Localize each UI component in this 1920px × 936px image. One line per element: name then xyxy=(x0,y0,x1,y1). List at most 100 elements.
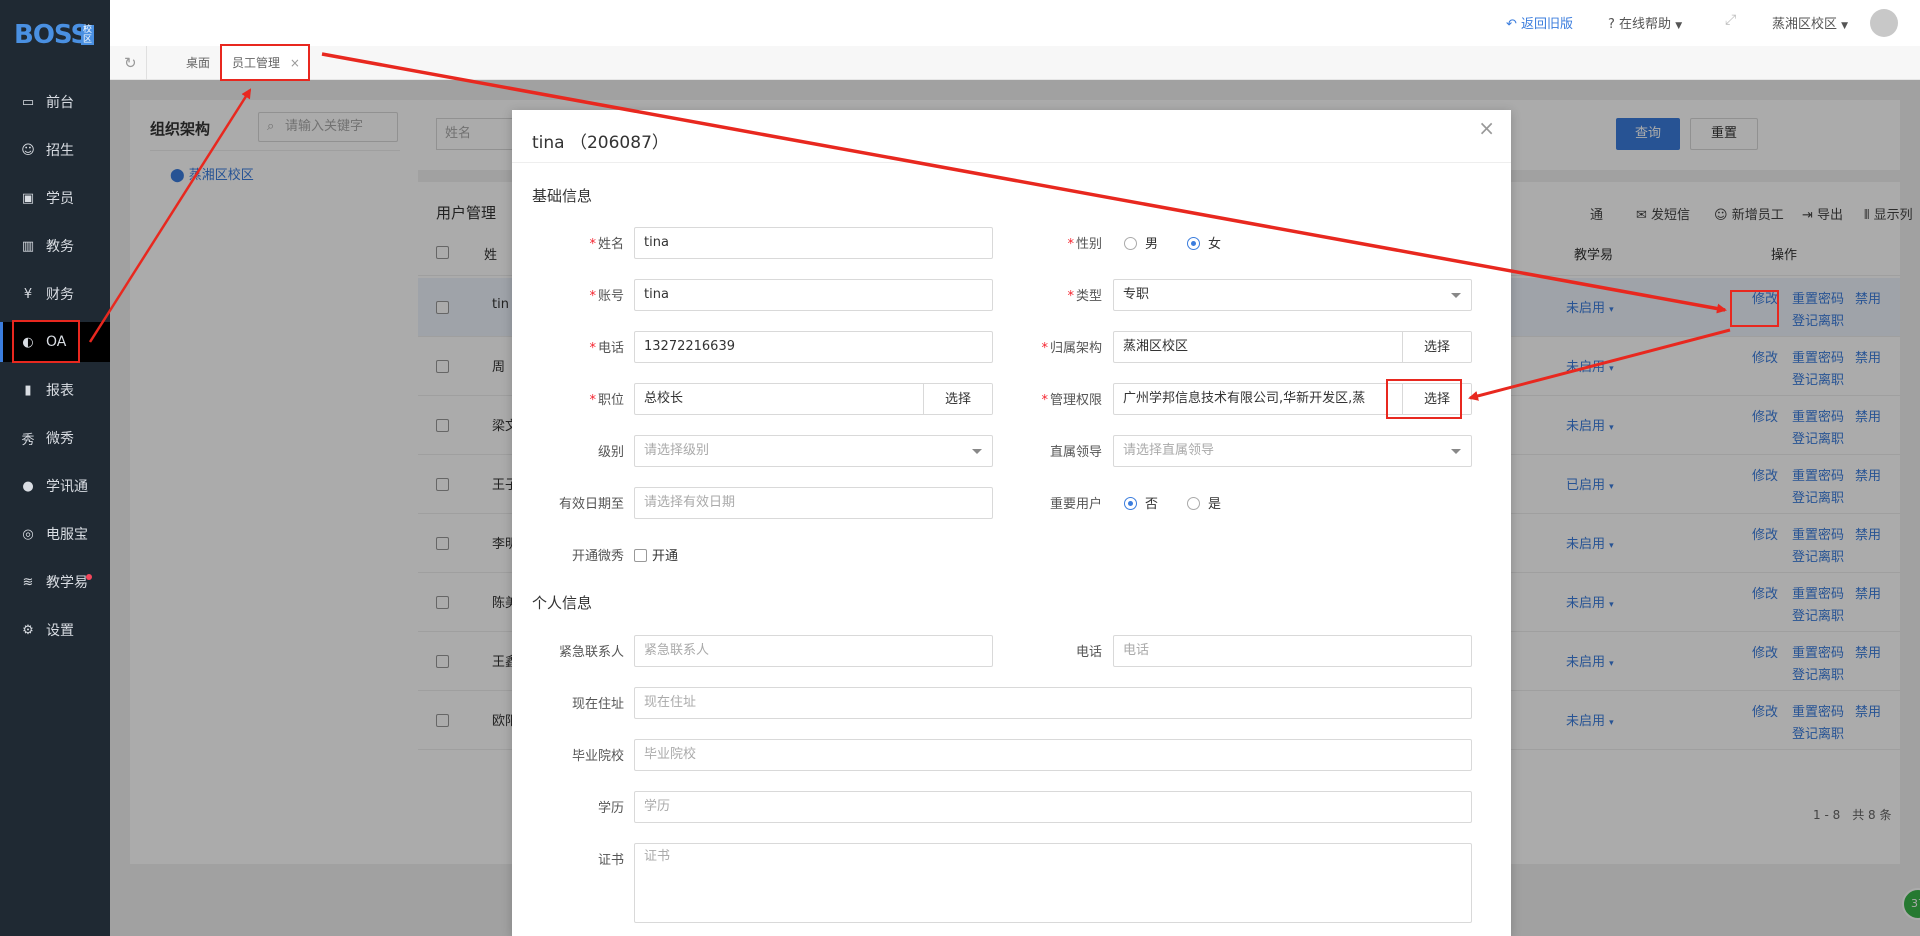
name-label: 姓名 xyxy=(597,237,624,252)
education-field[interactable]: 学历 xyxy=(634,791,1472,823)
user-add-icon: ☺ xyxy=(21,142,35,158)
sidebar-item-weixiu[interactable]: 秀微秀 xyxy=(0,418,110,458)
desk-icon: ▭ xyxy=(21,94,35,110)
important-no-radio[interactable] xyxy=(1124,497,1137,510)
section-personal-title: 个人信息 xyxy=(532,594,593,612)
leader-label: 直属领导 xyxy=(1049,445,1102,460)
section-basic-title: 基础信息 xyxy=(532,187,593,205)
annotation-box-permission xyxy=(1386,379,1462,419)
fullscreen-icon[interactable]: ⤢ xyxy=(1725,12,1736,28)
boss-logo: BOSS 校区 xyxy=(14,20,96,50)
sidebar-item-students[interactable]: ▣ 学员 xyxy=(0,178,110,218)
type-label: 类型 xyxy=(1075,289,1102,304)
address-label: 现在住址 xyxy=(571,697,624,712)
sidebar-item-settings[interactable]: ⚙ 设置 xyxy=(0,610,110,650)
gender-male-radio[interactable] xyxy=(1124,237,1137,250)
weixiu-option-label: 开通 xyxy=(652,549,679,564)
chevron-down-icon xyxy=(1451,293,1461,298)
topbar: ↶ 返回旧版 ? 在线帮助 ▼ ⤢ 蒸湘区校区 ▼ xyxy=(110,0,1920,46)
sidebar-item-label: 报表 xyxy=(46,383,74,399)
sidebar-item-label: 电服宝 xyxy=(46,527,88,543)
tab-desktop[interactable]: 桌面 xyxy=(176,46,220,80)
chevron-down-icon xyxy=(1451,449,1461,454)
emergency-label: 紧急联系人 xyxy=(558,645,624,660)
important-user-label: 重要用户 xyxy=(1049,497,1102,512)
sidebar-item-label: 教务 xyxy=(46,239,74,255)
notification-dot xyxy=(86,574,92,580)
position-label: 职位 xyxy=(597,393,624,408)
education-label: 学历 xyxy=(597,801,624,816)
logo-badge: 校区 xyxy=(81,25,94,45)
permission-label: 管理权限 xyxy=(1049,393,1102,408)
sidebar-item-label: 教学易 xyxy=(46,575,88,591)
sidebar-item-xuexuntong[interactable]: ● 学讯通 xyxy=(0,466,110,506)
sidebar-item-dianfubao[interactable]: ◎ 电服宝 xyxy=(0,514,110,554)
book-icon: ▥ xyxy=(21,238,35,254)
sidebar: BOSS 校区 ▭ 前台 ☺ 招生 ▣ 学员 ▥ 教务 ¥ 财务 ◐ OA ▮ 报表 秀微秀 … xyxy=(0,0,110,936)
gender-female-label: 女 xyxy=(1208,237,1222,252)
close-icon[interactable]: × xyxy=(1478,116,1495,140)
modal-title: tina （206087） xyxy=(532,133,669,153)
sidebar-item-label: 招生 xyxy=(46,143,74,159)
sidebar-item-enroll[interactable]: ☺ 招生 xyxy=(0,130,110,170)
account-label: 账号 xyxy=(597,289,624,304)
student-card-icon: ▣ xyxy=(21,190,35,206)
sidebar-item-academic[interactable]: ▥ 教务 xyxy=(0,226,110,266)
refresh-icon[interactable]: ↻ xyxy=(124,54,137,72)
gender-female-radio[interactable] xyxy=(1187,237,1200,250)
weixiu-label: 开通微秀 xyxy=(571,549,624,564)
important-yes-radio[interactable] xyxy=(1187,497,1200,510)
sidebar-item-label: 学员 xyxy=(46,191,74,207)
online-help-menu[interactable]: ? 在线帮助 ▼ xyxy=(1608,13,1682,32)
important-yes-label: 是 xyxy=(1208,497,1222,512)
emergency-phone-field[interactable]: 电话 xyxy=(1113,635,1472,667)
annotation-box-edit xyxy=(1730,290,1779,327)
weixiu-checkbox[interactable] xyxy=(634,549,647,562)
show-icon: 秀 xyxy=(21,432,35,448)
phone-signal-icon: ◎ xyxy=(22,526,34,542)
sidebar-item-reports[interactable]: ▮ 报表 xyxy=(0,370,110,410)
phone2-label: 电话 xyxy=(1075,645,1102,660)
sidebar-item-label: 设置 xyxy=(46,623,74,639)
type-select[interactable]: 专职 xyxy=(1113,279,1472,311)
leader-select[interactable]: 请选择直属领导 xyxy=(1113,435,1472,467)
campus-switch[interactable]: 蒸湘区校区 ▼ xyxy=(1772,13,1848,32)
avatar[interactable] xyxy=(1870,9,1898,37)
org-select-button[interactable]: 选择 xyxy=(1402,332,1471,362)
valid-until-label: 有效日期至 xyxy=(558,497,624,512)
help-icon: ? xyxy=(1608,17,1620,32)
org-field: 蒸湘区校区 选择 xyxy=(1113,331,1472,363)
location-icon: ● xyxy=(22,478,34,494)
phone-label: 电话 xyxy=(597,341,624,356)
tab-bar: ↻ 桌面 员工管理 × xyxy=(110,46,1920,80)
level-label: 级别 xyxy=(597,445,624,460)
teach-icon: ≋ xyxy=(22,574,34,590)
logo-text: BOSS xyxy=(14,20,89,50)
bar-chart-icon: ▮ xyxy=(24,382,32,398)
gender-male-label: 男 xyxy=(1145,237,1159,252)
sidebar-item-label: 微秀 xyxy=(46,431,74,447)
chevron-down-icon: ▼ xyxy=(1675,21,1683,31)
back-old-version-link[interactable]: ↶ 返回旧版 xyxy=(1506,13,1573,32)
sidebar-item-frontdesk[interactable]: ▭ 前台 xyxy=(0,82,110,122)
certificate-field[interactable]: 证书 xyxy=(634,843,1472,923)
org-label: 归属架构 xyxy=(1049,341,1102,356)
sidebar-item-label: 前台 xyxy=(46,95,74,111)
annotation-box-tab xyxy=(220,44,310,81)
chevron-down-icon: ▼ xyxy=(1841,21,1849,31)
school-field[interactable]: 毕业院校 xyxy=(634,739,1472,771)
edit-staff-modal: tina （206087） × 基础信息 * 姓名 tina * 性别 男 女 * 账… xyxy=(512,110,1511,936)
school-label: 毕业院校 xyxy=(571,749,624,764)
gender-label: 性别 xyxy=(1075,237,1102,252)
certificate-label: 证书 xyxy=(597,853,624,868)
sidebar-item-label: 学讯通 xyxy=(46,479,88,495)
money-icon: ¥ xyxy=(23,286,33,302)
sidebar-item-jiaoxueyi[interactable]: ≋ 教学易 xyxy=(0,562,110,602)
sidebar-item-label: 财务 xyxy=(46,287,74,303)
address-field[interactable]: 现在住址 xyxy=(634,687,1472,719)
annotation-box-oa xyxy=(12,320,80,363)
undo-icon: ↶ xyxy=(1506,17,1522,32)
gear-icon: ⚙ xyxy=(22,622,34,638)
important-no-label: 否 xyxy=(1145,497,1159,512)
sidebar-item-finance[interactable]: ¥ 财务 xyxy=(0,274,110,314)
